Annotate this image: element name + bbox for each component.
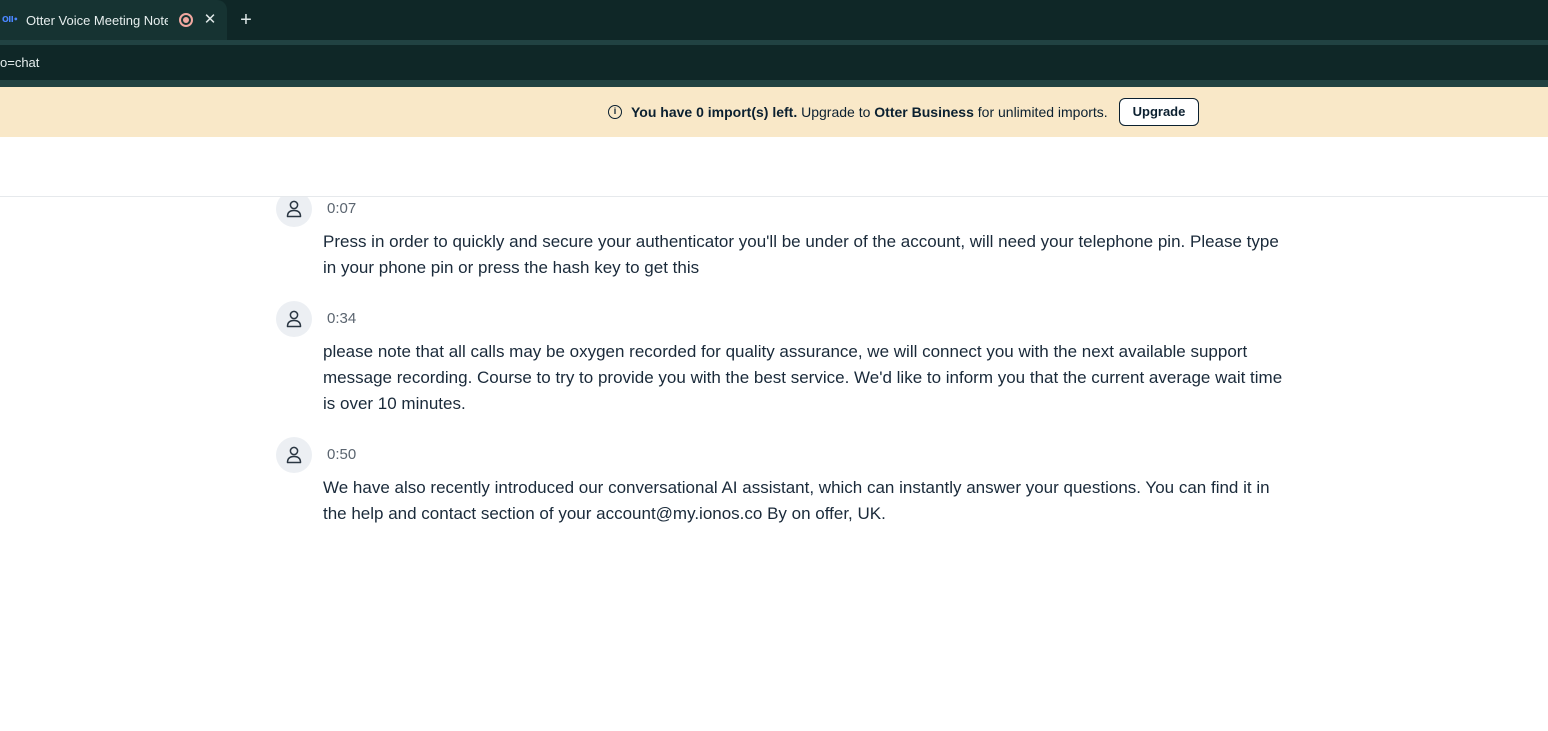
speaker-avatar[interactable] — [276, 301, 312, 337]
otter-favicon-icon: OII• — [2, 15, 18, 24]
speaker-avatar[interactable] — [276, 197, 312, 227]
segment-timestamp[interactable]: 0:50 — [327, 446, 356, 464]
close-tab-icon[interactable]: ✕ — [202, 10, 218, 30]
import-limit-banner: i You have 0 import(s) left. Upgrade to … — [0, 87, 1548, 137]
user-icon — [286, 310, 302, 328]
tab-title: Otter Voice Meeting Notes — [26, 13, 168, 28]
transcript-panel: 0:07 Press in order to quickly and secur… — [0, 197, 1548, 731]
segment-timestamp[interactable]: 0:34 — [327, 310, 356, 328]
banner-upgrade-to: Upgrade to — [797, 104, 875, 120]
upgrade-button[interactable]: Upgrade — [1119, 98, 1199, 126]
segment-text[interactable]: We have also recently introduced our con… — [323, 475, 1288, 527]
address-url-text: o=chat — [0, 55, 40, 70]
user-icon — [286, 446, 302, 464]
segment-timestamp[interactable]: 0:07 — [327, 200, 356, 218]
segment-text[interactable]: Press in order to quickly and secure you… — [323, 229, 1288, 281]
address-bar-container: o=chat — [0, 40, 1548, 87]
speaker-avatar[interactable] — [276, 437, 312, 473]
banner-plan-name: Otter Business — [874, 104, 974, 120]
address-bar[interactable]: o=chat — [0, 45, 1548, 80]
banner-message: You have 0 import(s) left. Upgrade to Ot… — [631, 102, 1108, 122]
user-icon — [286, 200, 302, 218]
browser-tab-bar: OII• Otter Voice Meeting Notes ✕ + — [0, 0, 1548, 40]
info-icon: i — [608, 105, 622, 119]
recording-indicator-icon — [179, 13, 193, 27]
app-header — [0, 137, 1548, 197]
new-tab-button[interactable]: + — [236, 9, 256, 31]
banner-imports-left: You have 0 import(s) left. — [631, 104, 798, 120]
banner-suffix: for unlimited imports. — [973, 104, 1108, 120]
browser-tab[interactable]: OII• Otter Voice Meeting Notes ✕ — [0, 0, 227, 40]
segment-text[interactable]: please note that all calls may be oxygen… — [323, 339, 1288, 417]
